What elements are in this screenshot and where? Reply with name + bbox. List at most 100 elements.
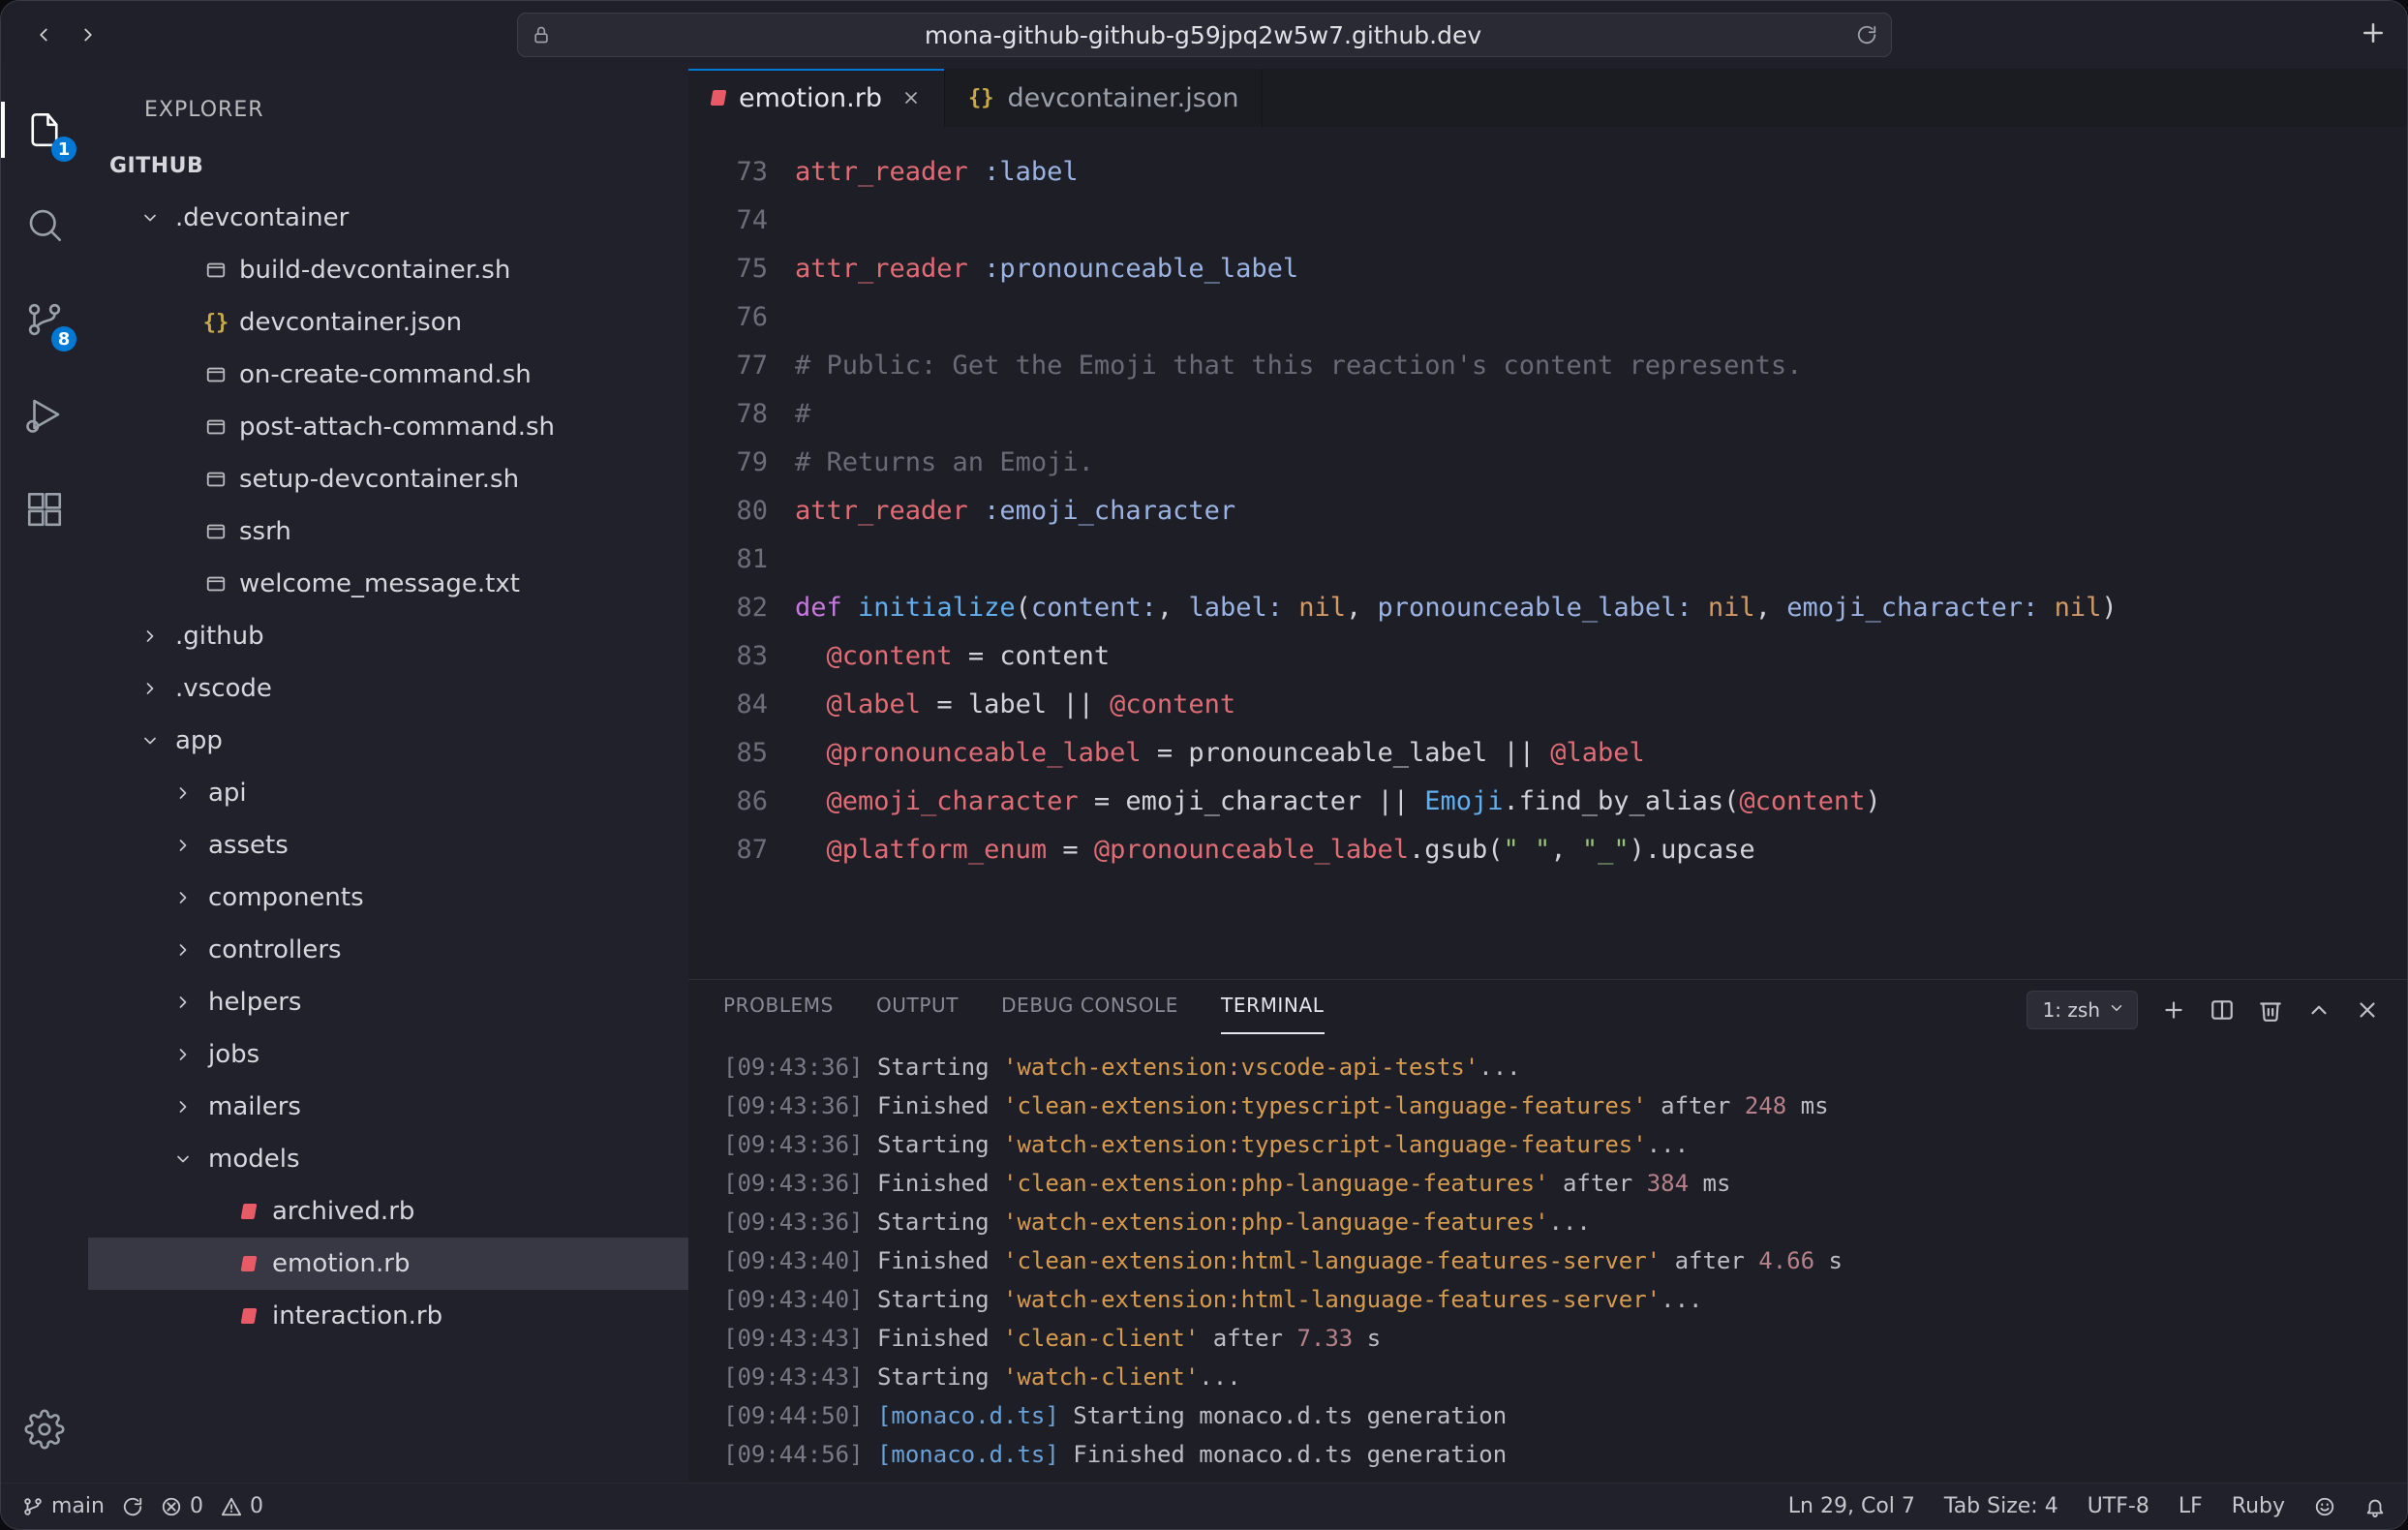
chevron-down-icon: [140, 731, 168, 750]
chevron-right-icon: [173, 940, 200, 960]
status-encoding[interactable]: UTF-8: [2088, 1494, 2149, 1518]
file-label: setup-devcontainer.sh: [239, 465, 519, 494]
code-content: attr_reader :label attr_reader :pronounc…: [795, 148, 2407, 979]
panel-tab[interactable]: TERMINAL: [1221, 994, 1325, 1026]
chevron-down-icon: [140, 208, 168, 228]
chevron-down-icon: [2108, 998, 2125, 1022]
bell-icon: [2364, 1496, 2386, 1517]
activity-search[interactable]: [18, 199, 71, 251]
status-eol[interactable]: LF: [2179, 1494, 2203, 1518]
activity-scm[interactable]: 8: [18, 293, 71, 346]
refresh-icon[interactable]: [1856, 24, 1877, 46]
folder-row[interactable]: models: [88, 1133, 688, 1185]
tab-label: devcontainer.json: [1007, 83, 1238, 113]
file-row[interactable]: on-create-command.sh: [88, 349, 688, 401]
sh-icon: [200, 469, 231, 490]
file-row[interactable]: archived.rb: [88, 1185, 688, 1238]
status-cursor-position[interactable]: Ln 29, Col 7: [1788, 1494, 1915, 1518]
terminal-output[interactable]: [09:43:36] Starting 'watch-extension:vsc…: [688, 1040, 2407, 1483]
chevron-right-icon: [140, 679, 168, 698]
panel-tab[interactable]: OUTPUT: [876, 994, 959, 1026]
activity-run-debug[interactable]: [18, 388, 71, 441]
folder-row[interactable]: helpers: [88, 976, 688, 1028]
bottom-panel: PROBLEMS OUTPUT DEBUG CONSOLE TERMINAL 1: z…: [688, 979, 2407, 1483]
search-icon: [24, 204, 65, 245]
editor-tab[interactable]: emotion.rb: [688, 69, 945, 127]
sidebar-title: EXPLORER: [88, 69, 688, 139]
json-icon: {}: [968, 86, 994, 110]
folder-row[interactable]: mailers: [88, 1081, 688, 1133]
maximize-panel-button[interactable]: [2306, 997, 2332, 1023]
close-icon[interactable]: [901, 88, 921, 107]
folder-row[interactable]: jobs: [88, 1028, 688, 1081]
url-bar[interactable]: mona-github-github-g59jpq2w5w7.github.de…: [517, 13, 1892, 57]
sync-icon: [122, 1496, 143, 1517]
sh-icon: [200, 364, 231, 385]
folder-row[interactable]: .vscode: [88, 662, 688, 715]
code-editor[interactable]: 737475767778798081828384858687 attr_read…: [688, 127, 2407, 979]
status-feedback[interactable]: [2314, 1496, 2335, 1517]
file-label: interaction.rb: [272, 1301, 442, 1331]
folder-label: models: [208, 1145, 300, 1174]
folder-label: mailers: [208, 1092, 301, 1121]
chevron-right-icon: [173, 888, 200, 907]
nav-forward-button[interactable]: [71, 17, 106, 52]
folder-row[interactable]: .github: [88, 610, 688, 662]
chevron-right-icon: [140, 627, 168, 646]
file-row[interactable]: welcome_message.txt: [88, 558, 688, 610]
kill-terminal-button[interactable]: [2258, 997, 2283, 1023]
file-label: emotion.rb: [272, 1249, 411, 1278]
terminal-dropdown[interactable]: 1: zsh: [2027, 991, 2138, 1029]
editor-tab[interactable]: {} devcontainer.json: [945, 69, 1263, 127]
panel-tab[interactable]: DEBUG CONSOLE: [1001, 994, 1178, 1026]
file-row[interactable]: setup-devcontainer.sh: [88, 453, 688, 505]
status-branch[interactable]: main: [22, 1494, 105, 1518]
activity-extensions[interactable]: [18, 483, 71, 536]
folder-row[interactable]: assets: [88, 819, 688, 872]
titlebar: mona-github-github-g59jpq2w5w7.github.de…: [1, 1, 2407, 69]
file-row[interactable]: post-attach-command.sh: [88, 401, 688, 453]
status-notifications[interactable]: [2364, 1496, 2386, 1517]
folder-row[interactable]: .devcontainer: [88, 192, 688, 244]
play-bug-icon: [24, 394, 65, 435]
folder-label: helpers: [208, 988, 301, 1017]
status-language[interactable]: Ruby: [2232, 1494, 2285, 1518]
chevron-left-icon: [33, 24, 54, 46]
explorer-badge: 1: [51, 137, 76, 162]
folder-row[interactable]: app: [88, 715, 688, 767]
file-row[interactable]: build-devcontainer.sh: [88, 244, 688, 296]
status-errors[interactable]: 0: [161, 1494, 203, 1518]
scm-badge: 8: [51, 326, 76, 352]
chevron-right-icon: [173, 993, 200, 1012]
panel-tab[interactable]: PROBLEMS: [723, 994, 834, 1026]
file-row[interactable]: emotion.rb: [88, 1238, 688, 1290]
new-terminal-button[interactable]: [2161, 997, 2186, 1023]
split-terminal-button[interactable]: [2210, 997, 2235, 1023]
close-panel-button[interactable]: [2355, 997, 2380, 1023]
file-row[interactable]: ssrh: [88, 505, 688, 558]
activity-settings[interactable]: [18, 1403, 71, 1455]
file-row[interactable]: interaction.rb: [88, 1290, 688, 1342]
folder-row[interactable]: api: [88, 767, 688, 819]
file-row[interactable]: {}devcontainer.json: [88, 296, 688, 349]
folder-row[interactable]: controllers: [88, 924, 688, 976]
chevron-right-icon: [173, 836, 200, 855]
folder-label: controllers: [208, 935, 342, 964]
folder-row[interactable]: components: [88, 872, 688, 924]
file-label: on-create-command.sh: [239, 360, 532, 389]
folder-label: jobs: [208, 1040, 259, 1069]
workspace-root-row[interactable]: GITHUB: [88, 139, 688, 192]
terminal-dropdown-label: 1: zsh: [2043, 998, 2100, 1022]
status-tab-size[interactable]: Tab Size: 4: [1944, 1494, 2058, 1518]
chevron-right-icon: [173, 1045, 200, 1064]
json-icon: {}: [200, 311, 231, 335]
status-warnings[interactable]: 0: [221, 1494, 263, 1518]
workbench: 1 8 EXPLORER GITH: [1, 69, 2407, 1483]
status-sync[interactable]: [122, 1496, 143, 1517]
folder-label: .vscode: [175, 674, 272, 703]
sh-icon: [200, 573, 231, 595]
nav-back-button[interactable]: [26, 17, 61, 52]
new-tab-button[interactable]: [2359, 18, 2388, 51]
editor-area: emotion.rb {} devcontainer.json 7374757677…: [688, 69, 2407, 1483]
activity-explorer[interactable]: 1: [18, 104, 71, 156]
